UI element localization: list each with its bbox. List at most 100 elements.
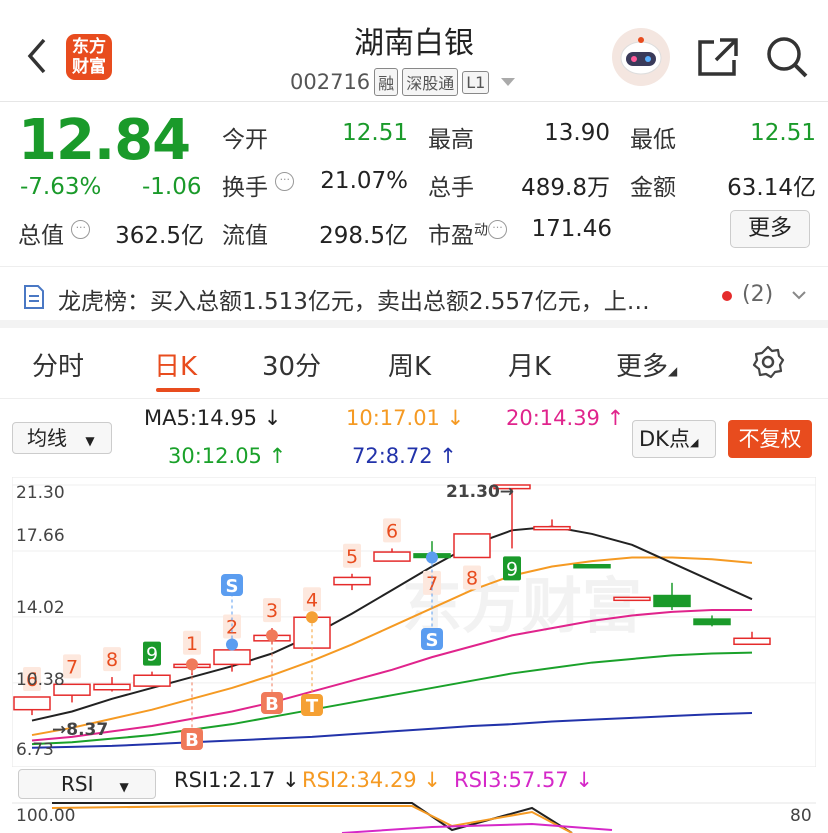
sequence-number: 8 <box>466 567 478 589</box>
rsi-chart <box>12 802 816 833</box>
y-tick: 14.02 <box>16 598 65 618</box>
gear-icon[interactable] <box>750 344 786 380</box>
tab-more[interactable]: 更多◢ <box>616 346 677 383</box>
signal-letter: T <box>306 696 319 717</box>
tab-daily-k[interactable]: 日K <box>154 346 197 383</box>
y-tick: 21.30 <box>16 483 65 503</box>
dropdown-icon: ▼ <box>85 434 95 448</box>
corner-caret-icon: ◢ <box>689 436 699 449</box>
ma5-value: MA5:14.95 ↓ <box>144 406 282 430</box>
ma10-value: 10:17.01 ↓ <box>346 406 465 430</box>
ma20-value: 20:14.39 ↑ <box>506 406 625 430</box>
rsi1-value: RSI1:2.17 ↓ <box>174 768 300 792</box>
low-value: 12.51 <box>750 120 816 146</box>
sequence-number: 8 <box>106 649 118 671</box>
tag-shenzhen-connect: 深股通 <box>402 68 459 96</box>
change-amount: -1.06 <box>142 174 202 200</box>
info-icon[interactable]: ··· <box>488 220 507 239</box>
signal-letter: B <box>185 730 199 751</box>
rsi2-value: RSI2:34.29 ↓ <box>302 768 441 792</box>
high-value: 13.90 <box>544 120 610 146</box>
stock-code-row[interactable]: 002716 融 深股通 L1 <box>290 68 516 96</box>
sequence-number: 5 <box>346 546 358 568</box>
info-icon[interactable]: ··· <box>71 220 91 239</box>
candle-body <box>653 594 691 608</box>
volume-label: 总手 <box>428 175 474 201</box>
unread-dot <box>722 291 732 301</box>
sequence-number: 1 <box>186 633 198 655</box>
candle-body <box>133 674 171 687</box>
open-label: 今开 <box>222 127 268 153</box>
tag-level: L1 <box>462 70 490 94</box>
change-percent: -7.63% <box>20 174 102 200</box>
low-label: 最低 <box>630 127 676 153</box>
signal-dot <box>426 551 438 564</box>
max-price-label: 21.30→ <box>446 482 515 502</box>
amount-label: 金额 <box>630 175 676 201</box>
tab-monthly-k[interactable]: 月K <box>508 346 551 383</box>
float-label: 流值 <box>222 223 268 249</box>
document-icon <box>24 285 44 309</box>
divider <box>0 398 828 399</box>
more-button[interactable]: 更多 <box>730 210 810 248</box>
dragon-tiger-text[interactable]: 龙虎榜：买入总额1.513亿元，卖出总额2.557亿元，上… <box>58 282 718 316</box>
sequence-number: 6 <box>386 520 398 542</box>
y-tick: 6.73 <box>16 740 54 760</box>
sub-indicator-select[interactable]: RSI ▼ <box>18 769 156 799</box>
dropdown-icon: ▼ <box>119 780 129 794</box>
signal-dot <box>186 658 198 671</box>
rsi-top-label: 100.00 <box>16 806 76 826</box>
candle-body <box>213 649 251 666</box>
corner-caret-icon: ◢ <box>668 364 678 378</box>
candle-body <box>573 563 611 569</box>
sequence-number: 3 <box>266 600 278 622</box>
total-value: 362.5亿 <box>115 223 204 249</box>
signal-letter: B <box>265 694 279 715</box>
signal-letter: S <box>226 576 239 597</box>
signal-dot <box>306 611 318 624</box>
stock-code: 002716 <box>290 70 371 94</box>
y-tick: 10.38 <box>16 670 65 690</box>
tag-margin: 融 <box>374 68 399 96</box>
candle-body <box>613 596 651 602</box>
assistant-robot-icon[interactable] <box>612 28 670 86</box>
signal-letter: S <box>426 630 439 651</box>
volume-value: 489.8万 <box>521 175 610 201</box>
kline-chart[interactable]: 东方财富 67 8 9 123 4567 8 9BSB TS <box>12 477 816 767</box>
y-tick: 17.66 <box>16 526 65 546</box>
current-price: 12.84 <box>18 108 191 173</box>
rsi-right-label: 80 <box>790 806 812 826</box>
sequence-number: 7 <box>66 656 78 678</box>
open-value: 12.51 <box>342 120 408 146</box>
candle-body <box>533 525 571 531</box>
tab-30min[interactable]: 30分 <box>262 346 321 383</box>
chevron-down-icon[interactable] <box>501 78 516 86</box>
no-adjust-button[interactable]: 不复权 <box>728 420 812 458</box>
dk-point-button[interactable]: DK点◢ <box>632 420 716 458</box>
signal-dot <box>266 629 278 642</box>
float-value: 298.5亿 <box>319 223 408 249</box>
active-tab-indicator <box>156 388 200 392</box>
indicator-select[interactable]: 均线 ▼ <box>12 422 112 454</box>
share-icon[interactable] <box>696 36 740 78</box>
search-icon[interactable] <box>764 34 810 80</box>
candle-body <box>13 696 51 711</box>
high-label: 最高 <box>428 127 474 153</box>
ma72-value: 72:8.72 ↑ <box>352 444 457 468</box>
sequence-number: 4 <box>306 589 318 611</box>
pe-label: 市盈动 ··· <box>428 216 507 250</box>
turnover-value: 21.07% <box>320 168 408 194</box>
candle-body <box>733 637 771 646</box>
tab-weekly-k[interactable]: 周K <box>388 346 431 383</box>
dragon-tiger-count: (2) <box>742 282 774 307</box>
tab-intraday[interactable]: 分时 <box>32 346 84 383</box>
chevron-down-icon[interactable] <box>790 286 808 304</box>
signal-dot <box>226 638 238 651</box>
info-icon[interactable]: ··· <box>275 172 295 191</box>
sequence-number: 9 <box>146 644 158 666</box>
candle-body <box>333 576 371 586</box>
rsi3-value: RSI3:57.57 ↓ <box>454 768 593 792</box>
sequence-number: 9 <box>506 558 518 580</box>
ma30-value: 30:12.05 ↑ <box>168 444 287 468</box>
pe-value: 171.46 <box>531 216 612 242</box>
